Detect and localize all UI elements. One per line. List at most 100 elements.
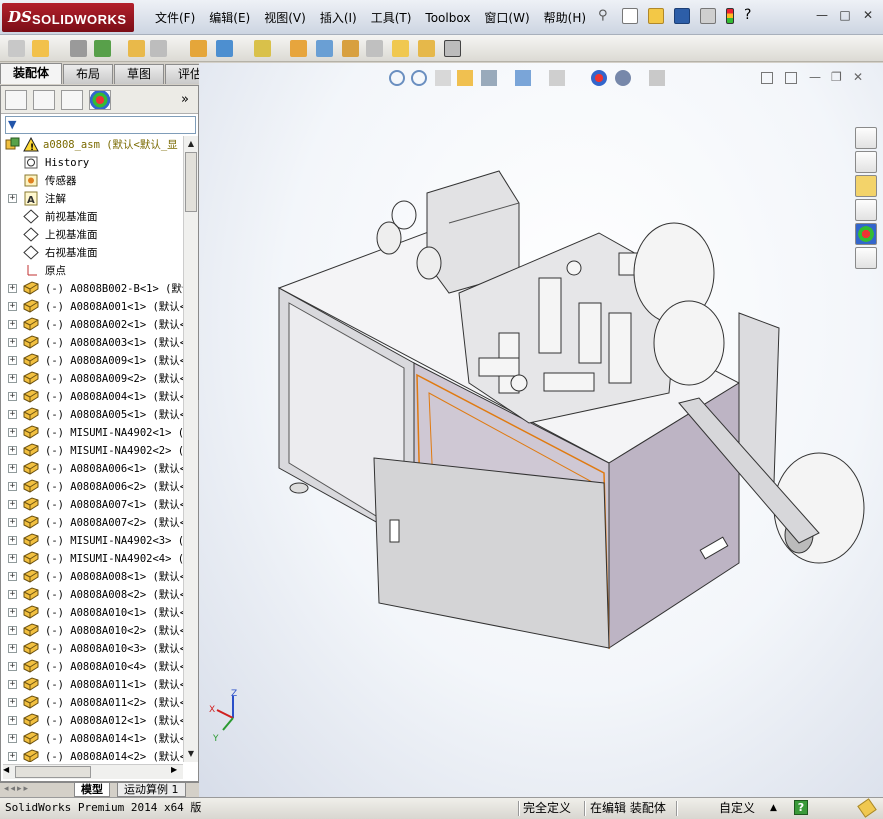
expand-toggle-icon[interactable]: + [8, 572, 17, 581]
expand-toggle-icon[interactable]: + [8, 554, 17, 563]
command-tab[interactable]: 装配体 [0, 63, 63, 84]
tree-horizontal-scrollbar[interactable]: ◀ ▶ [3, 764, 183, 779]
expand-toggle-icon[interactable]: + [8, 194, 17, 203]
linear-pattern-icon[interactable] [94, 40, 111, 57]
clearance-verification-icon[interactable] [444, 40, 461, 57]
menu-item[interactable]: 编辑(E) [202, 9, 257, 26]
graphics-viewport[interactable]: — ❐ ✕ Z X Y [199, 63, 883, 797]
new-motion-study-icon[interactable] [290, 40, 307, 57]
expand-toggle-icon[interactable]: + [8, 536, 17, 545]
explode-line-sketch-icon[interactable] [366, 40, 383, 57]
status-help-icon[interactable]: ? [794, 800, 808, 815]
expand-toggle-icon[interactable]: + [8, 284, 17, 293]
tree-component-item[interactable]: + (-) A0808A006<2> (默认< [1, 478, 183, 496]
expand-toggle-icon[interactable]: + [8, 752, 17, 761]
tree-root[interactable]: ! a0808_asm (默认<默认_显 [1, 136, 183, 154]
interference-detection-icon[interactable] [418, 40, 435, 57]
tree-component-item[interactable]: + (-) A0808B002-B<1> (默认 [1, 280, 183, 298]
tree-component-item[interactable]: + (-) A0808A011<2> (默认< [1, 694, 183, 712]
menu-item[interactable]: 文件(F) [148, 9, 202, 26]
tree-component-item[interactable]: + (-) A0808A010<4> (默认< [1, 658, 183, 676]
tree-component-item[interactable]: + (-) A0808A006<1> (默认< [1, 460, 183, 478]
tree-component-item[interactable]: + (-) A0808A012<1> (默认< [1, 712, 183, 730]
move-component-icon[interactable] [150, 40, 167, 57]
expand-toggle-icon[interactable]: + [8, 698, 17, 707]
tree-component-item[interactable]: + (-) A0808A008<2> (默认< [1, 586, 183, 604]
menu-item[interactable]: 插入(I) [313, 9, 364, 26]
open-folder-icon[interactable] [648, 8, 664, 24]
tree-component-item[interactable]: + (-) A0808A008<1> (默认< [1, 568, 183, 586]
tree-component-item[interactable]: + (-) A0808A001<1> (默认< [1, 298, 183, 316]
reference-geometry-icon[interactable] [254, 40, 271, 57]
paperclip-icon[interactable] [70, 40, 87, 57]
expand-toggle-icon[interactable]: + [8, 302, 17, 311]
scroll-down-arrow-icon[interactable]: ▼ [185, 747, 197, 760]
instant3d-icon[interactable] [392, 40, 409, 57]
tree-vertical-scrollbar[interactable]: ▲ ▼ [183, 136, 198, 762]
expand-toggle-icon[interactable]: + [8, 320, 17, 329]
tree-filter-field[interactable]: ▼ [5, 116, 196, 134]
tab-model[interactable]: 模型 [74, 783, 110, 797]
expand-toggle-icon[interactable]: + [8, 626, 17, 635]
menu-item[interactable]: 窗口(W) [477, 9, 536, 26]
menu-item[interactable]: 工具(T) [364, 9, 419, 26]
assembly-features-icon[interactable] [216, 40, 233, 57]
expand-toggle-icon[interactable]: + [8, 446, 17, 455]
help-icon[interactable]: ? [744, 8, 760, 24]
tree-feature-item[interactable]: 右视基准面 [1, 244, 183, 262]
show-hidden-icon[interactable] [190, 40, 207, 57]
tree-component-item[interactable]: + (-) A0808A010<2> (默认< [1, 622, 183, 640]
tree-component-item[interactable]: + (-) A0808A014<1> (默认< [1, 730, 183, 748]
smart-fasteners-icon[interactable] [128, 40, 145, 57]
menu-item[interactable]: Toolbox [418, 11, 477, 25]
expand-toggle-icon[interactable]: + [8, 518, 17, 527]
expand-toggle-icon[interactable]: + [8, 662, 17, 671]
tree-component-item[interactable]: + (-) MISUMI-NA4902<4> (默 [1, 550, 183, 568]
expand-toggle-icon[interactable]: + [8, 392, 17, 401]
status-units-custom[interactable]: 自定义 [719, 798, 755, 818]
expand-toggle-icon[interactable]: + [8, 608, 17, 617]
tree-component-item[interactable]: + (-) A0808A002<1> (默认< [1, 316, 183, 334]
scroll-right-arrow-icon[interactable]: ▶ [171, 765, 177, 774]
tree-feature-item[interactable]: 原点 [1, 262, 183, 280]
property-manager-tab-icon[interactable] [33, 90, 55, 110]
solidworks-logo[interactable]: DS SOLIDWORKS [2, 3, 134, 32]
tree-component-item[interactable]: + (-) A0808A009<1> (默认< [1, 352, 183, 370]
tree-component-item[interactable]: + (-) A0808A003<1> (默认< [1, 334, 183, 352]
expand-toggle-icon[interactable]: + [8, 374, 17, 383]
mate-icon[interactable] [32, 40, 49, 57]
tree-feature-item[interactable]: 传感器 [1, 172, 183, 190]
expand-toggle-icon[interactable]: + [8, 338, 17, 347]
tree-component-item[interactable]: + (-) MISUMI-NA4902<3> (默 [1, 532, 183, 550]
print-icon[interactable] [700, 8, 716, 24]
expand-toggle-icon[interactable]: + [8, 428, 17, 437]
configuration-manager-tab-icon[interactable] [61, 90, 83, 110]
horizontal-scroll-thumb[interactable] [15, 766, 91, 778]
rebuild-tag-icon[interactable] [857, 798, 877, 818]
tree-component-item[interactable]: + (-) A0808A011<1> (默认< [1, 676, 183, 694]
command-tab[interactable]: 布局 [63, 64, 114, 84]
save-icon[interactable] [674, 8, 690, 24]
filter-icon[interactable]: ▼ [8, 118, 16, 131]
tree-feature-item[interactable]: 上视基准面 [1, 226, 183, 244]
new-document-icon[interactable] [622, 8, 638, 24]
exploded-view-icon[interactable] [342, 40, 359, 57]
tree-component-item[interactable]: + (-) A0808A007<1> (默认< [1, 496, 183, 514]
close-button[interactable]: ✕ [861, 9, 875, 23]
expand-toggle-icon[interactable]: + [8, 680, 17, 689]
expand-toggle-icon[interactable]: + [8, 500, 17, 509]
tree-feature-item[interactable]: History [1, 154, 183, 172]
scroll-up-arrow-icon[interactable]: ▲ [185, 137, 197, 150]
menu-item[interactable]: 帮助(H) [537, 9, 593, 26]
insert-component-icon[interactable] [8, 40, 25, 57]
feature-manager-tab-icon[interactable] [5, 90, 27, 110]
scroll-thumb[interactable] [185, 152, 197, 212]
scroll-left-arrow-icon[interactable]: ◀ [3, 765, 9, 774]
expand-toggle-icon[interactable]: + [8, 716, 17, 725]
minimize-button[interactable]: — [815, 9, 829, 23]
tree-component-item[interactable]: + (-) A0808A004<1> (默认< [1, 388, 183, 406]
expand-toggle-icon[interactable]: + [8, 590, 17, 599]
tree-component-item[interactable]: + (-) A0808A014<2> (默认< [1, 748, 183, 762]
bill-of-materials-icon[interactable] [316, 40, 333, 57]
expand-toggle-icon[interactable]: + [8, 734, 17, 743]
